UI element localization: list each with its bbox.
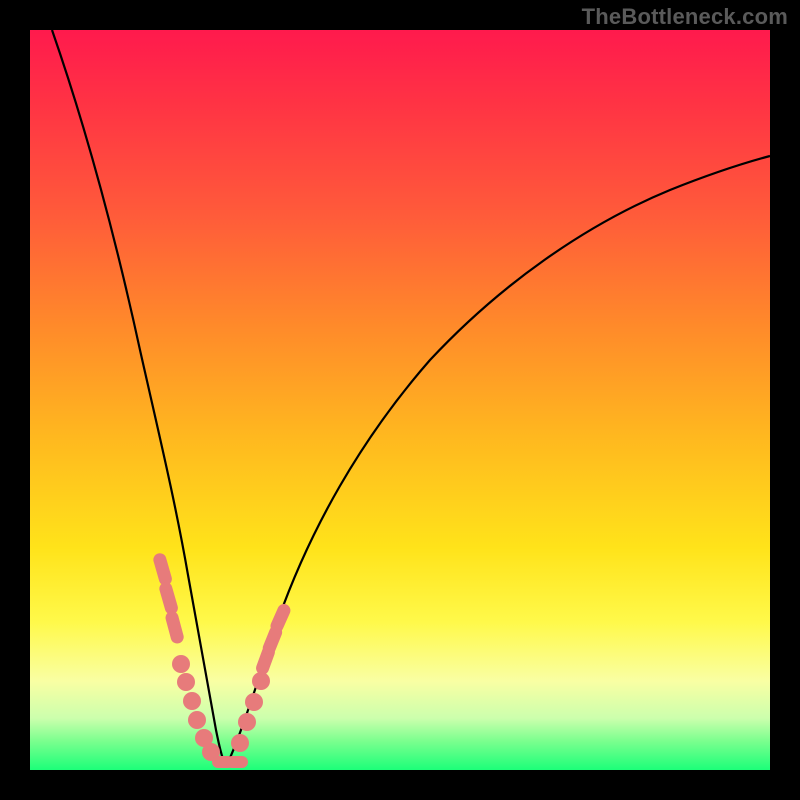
curve-left [52, 30, 226, 766]
marker [231, 734, 249, 752]
marker [152, 552, 174, 587]
marker [183, 692, 201, 710]
curve-right [226, 156, 770, 766]
marker [172, 655, 190, 673]
marker [164, 610, 185, 645]
marker [158, 581, 180, 616]
marker [238, 713, 256, 731]
marker [177, 673, 195, 691]
marker [252, 672, 270, 690]
marker-group [152, 552, 293, 768]
marker [245, 693, 263, 711]
marker [268, 602, 292, 635]
watermark-text: TheBottleneck.com [582, 4, 788, 30]
curve-layer [30, 30, 770, 770]
marker [188, 711, 206, 729]
marker [226, 756, 248, 768]
chart-frame: TheBottleneck.com [0, 0, 800, 800]
plot-area [30, 30, 770, 770]
